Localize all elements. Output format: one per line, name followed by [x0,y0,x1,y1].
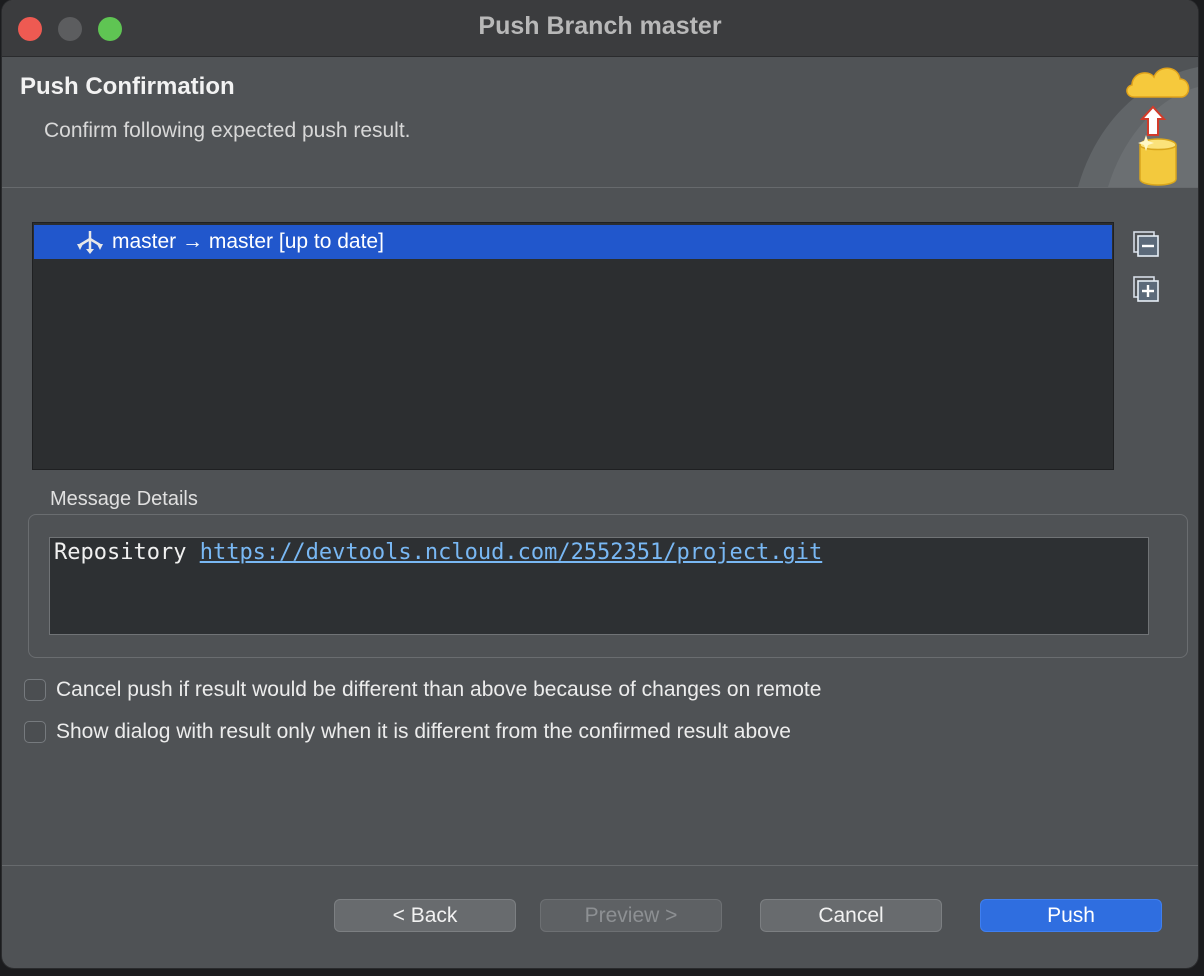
expand-all-icon[interactable] [1132,275,1160,303]
checkbox-label: Show dialog with result only when it is … [56,720,791,743]
tree-row-label: master → master [up to date] [112,230,384,253]
cancel-button[interactable]: Cancel [760,899,942,932]
message-details-label: Message Details [50,488,198,510]
tree-row-master[interactable]: master → master [up to date] [34,225,1112,259]
push-banner-icon [1078,67,1198,187]
window-title: Push Branch master [478,12,722,40]
message-details-text[interactable]: Repository https://devtools.ncloud.com/2… [49,537,1149,635]
repository-label: Repository [54,540,187,565]
checkbox-label: Cancel push if result would be different… [56,678,822,701]
back-button[interactable]: < Back [334,899,516,932]
checkbox-box[interactable] [24,721,46,743]
page-title: Push Confirmation [20,73,235,100]
show-dialog-checkbox[interactable]: Show dialog with result only when it is … [24,720,791,744]
push-branch-dialog: Push Branch master Push Confirmation Con… [2,0,1198,968]
title-bar: Push Branch master [2,0,1198,57]
message-details-group: Repository https://devtools.ncloud.com/2… [28,514,1188,658]
collapse-all-icon[interactable] [1132,230,1160,258]
push-result-tree[interactable]: master → master [up to date] [32,222,1114,470]
wizard-header: Push Confirmation Confirm following expe… [2,57,1198,188]
footer-divider [2,865,1198,866]
cancel-push-checkbox[interactable]: Cancel push if result would be different… [24,678,821,702]
push-button[interactable]: Push [980,899,1162,932]
branch-icon [77,231,103,254]
page-description: Confirm following expected push result. [44,119,411,142]
checkbox-box[interactable] [24,679,46,701]
repository-url-link[interactable]: https://devtools.ncloud.com/2552351/proj… [200,540,823,565]
preview-button[interactable]: Preview > [540,899,722,932]
